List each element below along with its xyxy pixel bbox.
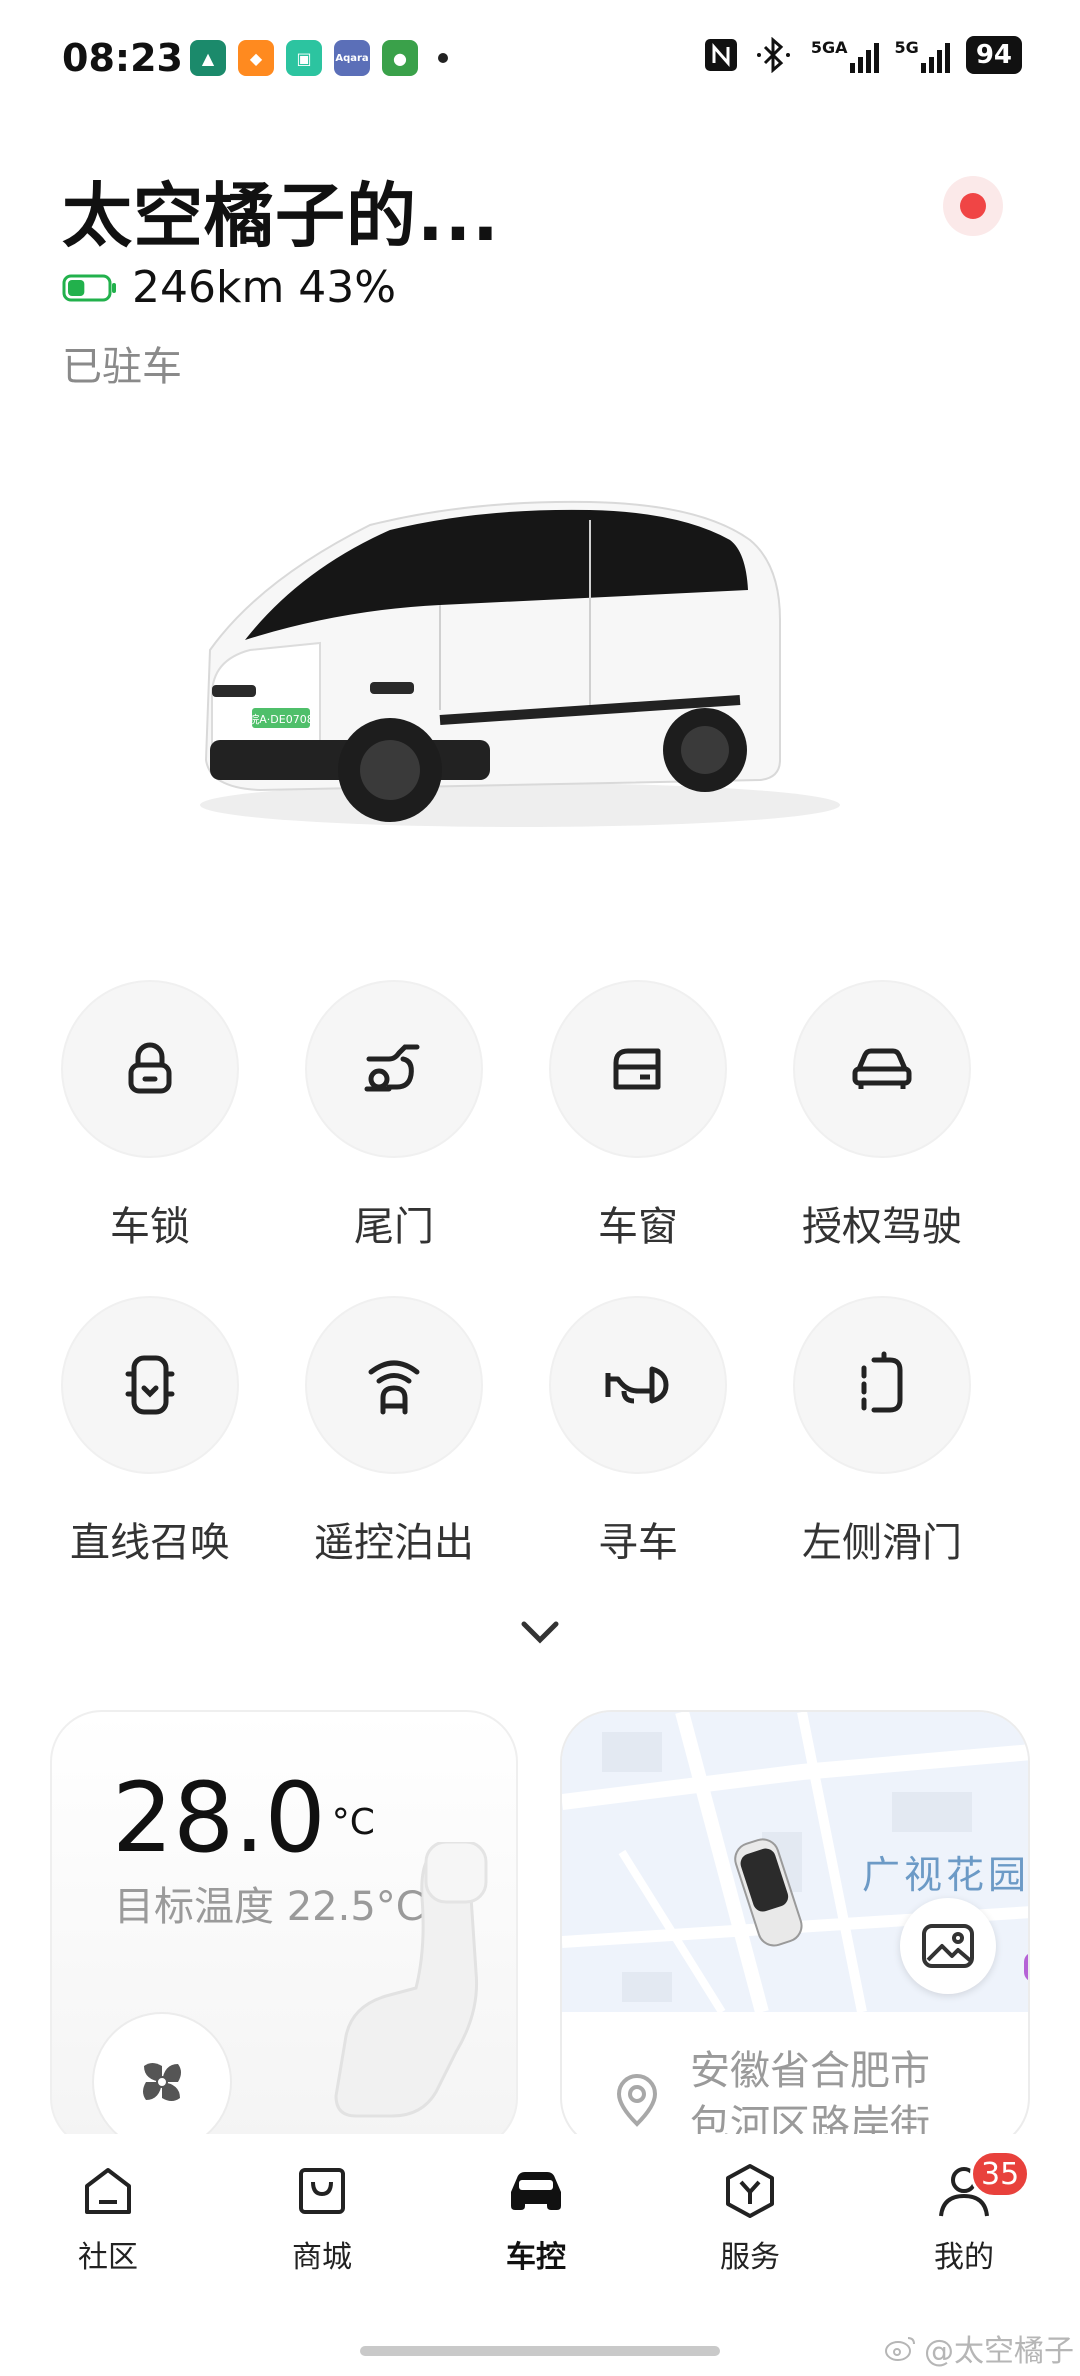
remote-park-out-icon xyxy=(368,1360,420,1415)
nav-car-control-label: 车控 xyxy=(506,2240,566,2275)
nav-community-label: 社区 xyxy=(78,2240,138,2275)
park-state: 已驻车 xyxy=(62,344,182,390)
horn-icon xyxy=(605,1366,669,1404)
range-text: 246km 43% xyxy=(132,262,397,313)
status-right: 5GA 5G 94 xyxy=(703,36,1022,74)
control-find-car-button[interactable] xyxy=(549,1296,727,1474)
control-summon[interactable]: 直线召唤 xyxy=(40,1296,260,1568)
control-find-car-label: 寻车 xyxy=(598,1520,678,1566)
app-icon-2: ◆ xyxy=(238,40,274,76)
control-lock[interactable]: 车锁 xyxy=(40,980,260,1252)
lock-icon xyxy=(128,1042,172,1094)
fan-button[interactable] xyxy=(92,2012,232,2148)
control-left-sliding-door[interactable]: 左侧滑门 xyxy=(772,1296,992,1568)
signal-5g-label: 5G xyxy=(894,37,919,57)
map-poi-label: 广视花园 xyxy=(862,1853,1030,1897)
app-icon-5: ● xyxy=(382,40,418,76)
nav-profile[interactable]: 35 我的 xyxy=(894,2150,1034,2276)
shop-icon xyxy=(289,2158,355,2224)
more-notifications-dot xyxy=(438,53,448,63)
watermark: @太空橘子 xyxy=(884,2326,1074,2370)
car-control-icon xyxy=(503,2158,569,2224)
address-line-1: 安徽省合肥市 xyxy=(690,2048,930,2094)
fan-icon xyxy=(143,2063,181,2101)
nav-shop[interactable]: 商城 xyxy=(252,2158,392,2276)
car-image[interactable]: 皖A·DE0708 xyxy=(140,460,860,860)
car-name[interactable]: 太空橘子的... xyxy=(62,160,500,261)
nav-community[interactable]: 社区 xyxy=(38,2158,178,2276)
temperature-unit: °C xyxy=(331,1802,375,1843)
record-button[interactable] xyxy=(943,176,1003,236)
summon-icon xyxy=(125,1355,175,1415)
nav-service-label: 服务 xyxy=(720,2240,780,2275)
notification-badge: 35 xyxy=(970,2150,1031,2198)
nav-shop-label: 商城 xyxy=(292,2240,352,2275)
license-plate: 皖A·DE0708 xyxy=(248,712,313,726)
control-remote-park-out[interactable]: 遥控泊出 xyxy=(284,1296,504,1568)
nav-profile-label: 我的 xyxy=(934,2240,994,2275)
control-window-button[interactable] xyxy=(549,980,727,1158)
map-photo-button[interactable] xyxy=(900,1898,996,1994)
range-row: 246km 43% xyxy=(62,262,396,313)
signal-5g: 5G xyxy=(895,38,950,73)
current-temperature-value: 28.0 xyxy=(112,1762,326,1874)
notification-app-icons: ▲ ◆ ▣ Aqara ● xyxy=(190,40,448,76)
expand-chevron-icon[interactable] xyxy=(516,1612,564,1652)
status-time: 08:23 xyxy=(62,36,183,80)
control-tailgate-label: 尾门 xyxy=(354,1204,434,1250)
tailgate-icon xyxy=(364,1044,420,1092)
target-temperature: 目标温度 22.5°C xyxy=(114,1884,424,1930)
control-lock-button[interactable] xyxy=(61,980,239,1158)
control-summon-label: 直线召唤 xyxy=(70,1520,230,1566)
climate-card[interactable]: 28.0 °C 目标温度 22.5°C xyxy=(50,1710,518,2150)
control-remote-park-out-button[interactable] xyxy=(305,1296,483,1474)
service-icon xyxy=(717,2158,783,2224)
nfc-icon xyxy=(704,39,737,71)
authorized-drive-icon xyxy=(852,1048,912,1089)
control-remote-park-out-label: 遥控泊出 xyxy=(314,1520,474,1566)
control-window[interactable]: 车窗 xyxy=(528,980,748,1252)
map-side-marker xyxy=(1024,1952,1028,1982)
control-tailgate[interactable]: 尾门 xyxy=(284,980,504,1252)
nav-car-control[interactable]: 车控 xyxy=(466,2158,606,2276)
signal-5ga-label: 5GA xyxy=(810,37,848,57)
status-bar: 08:23 ▲ ◆ ▣ Aqara ● 5GA 5G 94 xyxy=(0,0,1080,120)
battery-indicator: 94 xyxy=(965,36,1022,74)
photo-icon xyxy=(922,1924,974,1968)
control-left-sliding-door-label: 左侧滑门 xyxy=(802,1520,962,1566)
control-find-car[interactable]: 寻车 xyxy=(528,1296,748,1568)
sliding-door-icon xyxy=(861,1351,903,1413)
bluetooth-icon xyxy=(756,37,790,73)
control-summon-button[interactable] xyxy=(61,1296,239,1474)
app-icon-3: ▣ xyxy=(286,40,322,76)
location-card[interactable]: 广视花园 安徽省合肥市 包河区路岸街 xyxy=(560,1710,1030,2150)
control-left-sliding-door-button[interactable] xyxy=(793,1296,971,1474)
control-authorized-drive[interactable]: 授权驾驶 xyxy=(772,980,992,1252)
control-tailgate-button[interactable] xyxy=(305,980,483,1158)
watermark-text: @太空橘子 xyxy=(924,2334,1074,2369)
record-dot-icon xyxy=(960,193,986,219)
location-pin-icon xyxy=(616,2074,658,2127)
signal-bars-icon xyxy=(920,41,950,73)
community-icon xyxy=(75,2158,141,2224)
battery-level-icon xyxy=(62,274,116,301)
aqara-icon: Aqara xyxy=(334,40,370,76)
app-icon-1: ▲ xyxy=(190,40,226,76)
current-temperature: 28.0 °C xyxy=(112,1762,375,1874)
control-window-label: 车窗 xyxy=(598,1204,678,1250)
control-lock-label: 车锁 xyxy=(110,1204,190,1250)
control-authorized-drive-label: 授权驾驶 xyxy=(802,1204,962,1250)
home-indicator[interactable] xyxy=(360,2346,720,2356)
weibo-icon xyxy=(885,2337,915,2361)
map-view[interactable]: 广视花园 xyxy=(562,1712,1030,2015)
nav-service[interactable]: 服务 xyxy=(680,2158,820,2276)
control-authorized-drive-button[interactable] xyxy=(793,980,971,1158)
signal-5ga: 5GA xyxy=(811,38,879,73)
window-icon xyxy=(613,1048,661,1090)
signal-bars-icon xyxy=(849,41,879,73)
